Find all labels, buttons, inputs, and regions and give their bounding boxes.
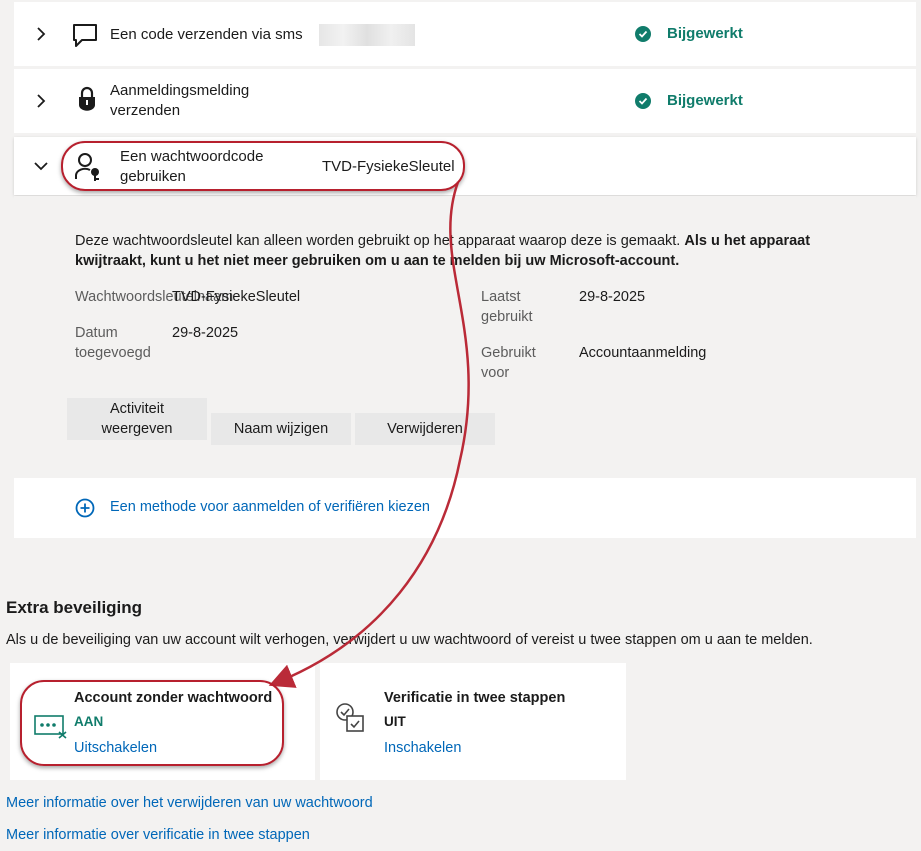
status-badge: Bijgewerkt bbox=[635, 92, 743, 109]
enable-two-step-link[interactable]: Inschakelen bbox=[384, 740, 461, 756]
two-step-card: Verificatie in twee stappen UIT Inschake… bbox=[320, 663, 626, 780]
two-step-title: Verificatie in twee stappen bbox=[384, 690, 566, 706]
method-title-notification: Aanmeldingsmelding verzenden bbox=[110, 82, 250, 119]
extra-security-intro: Als u de beveiliging van uw account wilt… bbox=[6, 632, 813, 648]
method-title-sms: Een code verzenden via sms bbox=[110, 26, 303, 43]
status-text: Bijgewerkt bbox=[667, 25, 743, 42]
label-date-added: Datum toegevoegd bbox=[75, 325, 151, 361]
passkey-description: Deze wachtwoordsleutel kan alleen worden… bbox=[75, 233, 811, 269]
delete-button[interactable]: Verwijderen bbox=[355, 413, 495, 445]
remove-password-info-link[interactable]: Meer informatie over het verwijderen van… bbox=[6, 795, 373, 811]
chevron-down-icon[interactable] bbox=[34, 159, 48, 173]
two-step-state: UIT bbox=[384, 714, 406, 729]
blurred-phone-number bbox=[319, 24, 415, 46]
lock-icon bbox=[79, 86, 95, 111]
extra-security-heading: Extra beveiliging bbox=[6, 598, 143, 617]
chevron-right-icon[interactable] bbox=[34, 94, 48, 108]
passkey-details: Deze wachtwoordsleutel kan alleen worden… bbox=[14, 196, 916, 472]
value-date-added: 29-8-2025 bbox=[172, 325, 239, 341]
value-used-for: Accountaanmelding bbox=[579, 345, 707, 361]
add-method-row[interactable]: Een methode voor aanmelden of verifiëren… bbox=[14, 478, 916, 538]
label-last-used: Laatst gebruikt bbox=[481, 289, 533, 325]
add-method-link[interactable]: Een methode voor aanmelden of verifiëren… bbox=[110, 499, 430, 515]
chevron-right-icon[interactable] bbox=[34, 27, 48, 41]
method-row-sms[interactable]: Een code verzenden via sms Bijgewerkt bbox=[14, 2, 916, 66]
check-circle-icon bbox=[635, 92, 651, 109]
add-circle-icon[interactable] bbox=[75, 498, 95, 518]
rename-button[interactable]: Naam wijzigen bbox=[211, 413, 351, 445]
annotation-highlight-passkey bbox=[61, 141, 465, 191]
shield-check-icon bbox=[336, 703, 364, 732]
annotation-highlight-passwordless bbox=[20, 680, 284, 766]
two-step-info-link[interactable]: Meer informatie over verificatie in twee… bbox=[6, 827, 310, 843]
view-activity-button[interactable]: Activiteit weergeven bbox=[67, 398, 207, 440]
check-circle-icon bbox=[635, 25, 651, 42]
chat-icon bbox=[73, 24, 97, 47]
value-last-used: 29-8-2025 bbox=[579, 289, 646, 305]
status-text: Bijgewerkt bbox=[667, 92, 743, 109]
label-used-for: Gebruikt voor bbox=[481, 345, 536, 381]
method-row-notification[interactable]: Aanmeldingsmelding verzenden Bijgewerkt bbox=[14, 69, 916, 133]
value-passkey-name: TVD-FysiekeSleutel bbox=[172, 289, 301, 305]
status-badge: Bijgewerkt bbox=[635, 25, 743, 42]
